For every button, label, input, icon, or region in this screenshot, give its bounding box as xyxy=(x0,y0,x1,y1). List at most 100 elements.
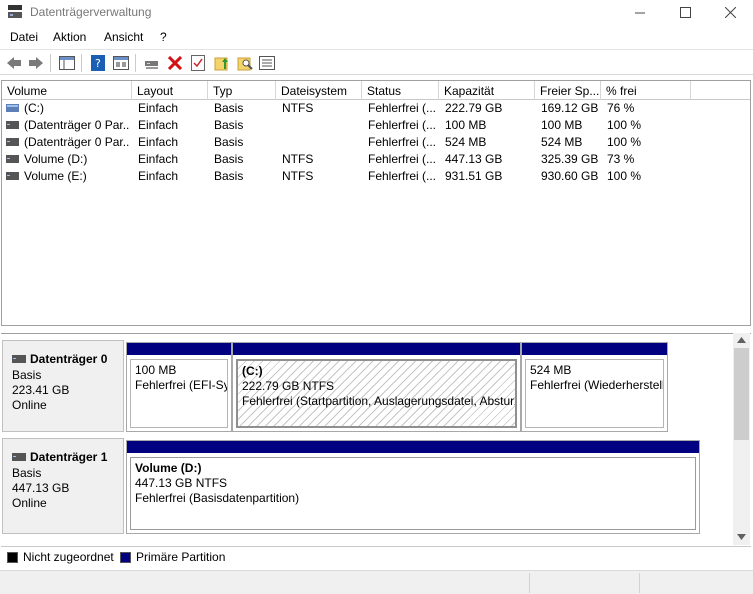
table-row[interactable]: Volume (D:) Einfach Basis NTFS Fehlerfre… xyxy=(2,151,750,168)
column-header-layout[interactable]: Layout xyxy=(132,81,208,100)
list-view-button[interactable] xyxy=(257,53,277,73)
column-header-kapazitaet[interactable]: Kapazität xyxy=(439,81,535,100)
cell-freier-speicher: 930.60 GB xyxy=(541,169,599,183)
cell-prozent-frei: 76 % xyxy=(607,101,635,115)
check-properties-button[interactable] xyxy=(188,53,208,73)
cell-typ: Basis xyxy=(214,101,244,115)
partition-status: Fehlerfrei (Startpartition, Auslagerungs… xyxy=(242,394,517,408)
volume-list: Volume Layout Typ Dateisystem Status Kap… xyxy=(1,80,751,326)
back-button[interactable] xyxy=(4,53,24,73)
disk-0-label[interactable]: Datenträger 0 Basis 223.41 GB Online xyxy=(2,340,124,432)
cell-prozent-frei: 100 % xyxy=(607,169,642,183)
close-icon xyxy=(724,7,736,18)
connect-drive-button[interactable] xyxy=(142,53,162,73)
status-segment xyxy=(0,573,530,593)
menu-datei[interactable]: Datei xyxy=(10,30,38,44)
disk-1-title: Datenträger 1 xyxy=(30,450,108,464)
partition-size: 222.79 GB NTFS xyxy=(242,379,335,393)
cell-freier-speicher: 325.39 GB xyxy=(541,152,599,166)
toolbar-separator xyxy=(81,54,82,72)
partition-bar xyxy=(522,343,667,355)
scroll-up-icon[interactable] xyxy=(737,337,746,343)
disk-1-type: Basis xyxy=(12,466,42,480)
up-folder-button[interactable] xyxy=(212,53,232,73)
cell-prozent-frei: 100 % xyxy=(607,118,642,132)
disk-0-title: Datenträger 0 xyxy=(30,352,108,366)
cell-dateisystem: NTFS xyxy=(282,169,314,183)
drive-icon xyxy=(6,121,19,129)
disk-1-label[interactable]: Datenträger 1 Basis 447.13 GB Online xyxy=(2,438,124,534)
column-header-freier-speicher[interactable]: Freier Sp... xyxy=(535,81,601,100)
svg-text:?: ? xyxy=(95,57,101,70)
cell-dateisystem: NTFS xyxy=(282,101,314,115)
menu-ansicht[interactable]: Ansicht xyxy=(104,30,143,44)
disk-icon xyxy=(12,453,26,461)
partition-c[interactable]: (C:) 222.79 GB NTFS Fehlerfrei (Startpar… xyxy=(232,342,521,432)
column-header-status[interactable]: Status xyxy=(362,81,439,100)
scroll-down-icon[interactable] xyxy=(737,534,746,540)
legend-swatch-primary xyxy=(120,552,131,563)
partition-efi-body: 100 MB Fehlerfrei (EFI-Sys xyxy=(130,359,228,428)
cell-volume: (Datenträger 0 Par... xyxy=(24,118,130,132)
legend-label-unallocated: Nicht zugeordnet xyxy=(23,550,114,564)
maximize-button[interactable] xyxy=(662,0,708,25)
minimize-button[interactable] xyxy=(617,0,663,25)
cell-freier-speicher: 100 MB xyxy=(541,118,583,132)
disk-0-state: Online xyxy=(12,398,47,412)
column-header-prozent-frei[interactable]: % frei xyxy=(601,81,691,100)
cell-status: Fehlerfrei (... xyxy=(368,101,437,115)
column-header-typ[interactable]: Typ xyxy=(208,81,276,100)
disk-1-name: Datenträger 1 xyxy=(12,450,107,464)
forward-arrow-icon xyxy=(29,57,43,69)
forward-button[interactable] xyxy=(26,53,46,73)
help-button[interactable]: ? xyxy=(88,53,108,73)
vertical-scrollbar[interactable] xyxy=(733,333,750,545)
connect-drive-icon xyxy=(145,61,158,69)
window-title: Datenträgerverwaltung xyxy=(30,5,152,19)
table-row[interactable]: Volume (E:) Einfach Basis NTFS Fehlerfre… xyxy=(2,168,750,185)
cell-kapazitaet: 524 MB xyxy=(445,135,487,149)
legend-swatch-unallocated xyxy=(7,552,18,563)
disk-icon xyxy=(12,355,26,363)
cell-layout: Einfach xyxy=(138,169,179,183)
cell-kapazitaet: 931.51 GB xyxy=(445,169,503,183)
partition-title: Volume (D:) xyxy=(135,461,202,475)
scrollbar-thumb[interactable] xyxy=(734,348,749,440)
properties-pane-button[interactable] xyxy=(111,53,131,73)
cell-freier-speicher: 169.12 GB xyxy=(541,101,599,115)
console-tree-button[interactable] xyxy=(57,53,77,73)
close-button[interactable] xyxy=(707,0,753,25)
column-header-dateisystem[interactable]: Dateisystem xyxy=(276,81,362,100)
cell-layout: Einfach xyxy=(138,118,179,132)
cell-typ: Basis xyxy=(214,169,244,183)
column-header-volume[interactable]: Volume xyxy=(2,81,132,100)
cell-freier-speicher: 524 MB xyxy=(541,135,583,149)
toolbar-separator xyxy=(135,54,136,72)
partition-recovery[interactable]: 524 MB Fehlerfrei (Wiederherstell xyxy=(521,342,668,432)
partition-bar xyxy=(127,343,231,355)
cell-typ: Basis xyxy=(214,152,244,166)
cell-volume: (Datenträger 0 Par... xyxy=(24,135,130,149)
partition-efi[interactable]: 100 MB Fehlerfrei (EFI-Sys xyxy=(126,342,232,432)
minimize-icon xyxy=(634,12,645,14)
toolbar-separator xyxy=(50,54,51,72)
delete-button[interactable] xyxy=(165,53,185,73)
search-folder-button[interactable] xyxy=(235,53,255,73)
partition-d-body: Volume (D:) 447.13 GB NTFS Fehlerfrei (B… xyxy=(130,457,696,530)
partition-d[interactable]: Volume (D:) 447.13 GB NTFS Fehlerfrei (B… xyxy=(126,440,700,534)
drive-icon xyxy=(6,138,19,146)
menu-bar: Datei Aktion Ansicht ? xyxy=(0,27,753,48)
cell-layout: Einfach xyxy=(138,101,179,115)
menu-help[interactable]: ? xyxy=(160,30,167,44)
partition-title: (C:) xyxy=(242,364,263,378)
disk-0-name: Datenträger 0 xyxy=(12,352,107,366)
table-row[interactable]: (Datenträger 0 Par... Einfach Basis Fehl… xyxy=(2,134,750,151)
toolbar: ? xyxy=(0,49,753,75)
table-row[interactable]: (Datenträger 0 Par... Einfach Basis Fehl… xyxy=(2,117,750,134)
cell-layout: Einfach xyxy=(138,152,179,166)
table-row[interactable]: (C:) Einfach Basis NTFS Fehlerfrei (... … xyxy=(2,100,750,117)
cell-typ: Basis xyxy=(214,135,244,149)
cell-kapazitaet: 100 MB xyxy=(445,118,487,132)
menu-aktion[interactable]: Aktion xyxy=(53,30,86,44)
partition-bar xyxy=(127,441,699,453)
